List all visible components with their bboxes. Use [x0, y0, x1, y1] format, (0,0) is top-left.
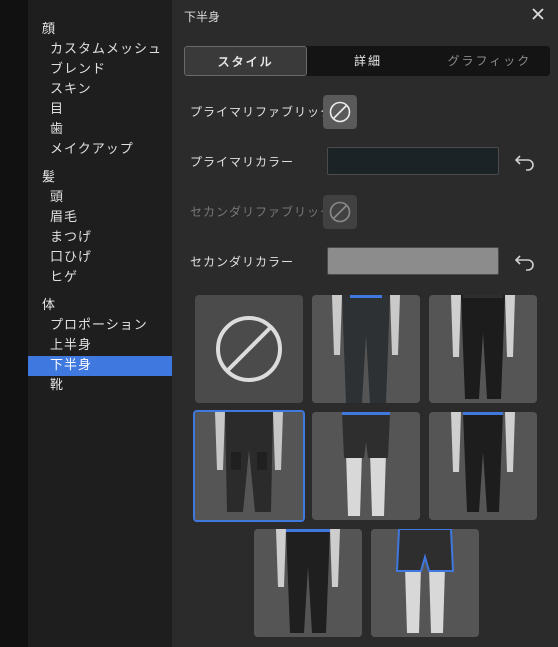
leggings-image — [429, 295, 537, 403]
group-title-hair: 髪 — [42, 170, 56, 185]
style-thumb-leggings[interactable] — [429, 295, 537, 403]
sidebar-item-upper-body[interactable]: 上半身 — [28, 336, 172, 356]
sidebar-item-lower-body[interactable]: 下半身 — [28, 356, 172, 376]
lower-body-panel: 下半身 スタイル 詳細 グラフィック プライマリファブリック プライマリカラー … — [172, 0, 558, 647]
secondary-color-label: セカンダリカラー — [190, 255, 295, 269]
tab-style[interactable]: スタイル — [184, 46, 308, 76]
style-thumb-compression-tights[interactable] — [429, 412, 537, 520]
sidebar-item-beard[interactable]: ヒゲ — [28, 268, 172, 288]
no-fabric-icon — [329, 201, 351, 223]
boxer-shorts-image — [312, 412, 420, 520]
tab-bar: スタイル 詳細 グラフィック — [184, 46, 550, 76]
sidebar-item-head[interactable]: 頭 — [28, 188, 172, 208]
sidebar-item-eyebrows[interactable]: 眉毛 — [28, 208, 172, 228]
style-thumb-none[interactable] — [195, 295, 303, 403]
panel-title: 下半身 — [184, 10, 221, 24]
slim-pants-image — [254, 529, 362, 637]
reset-secondary-color-icon[interactable] — [514, 253, 536, 271]
left-edge-strip — [0, 0, 28, 647]
group-body: 体 プロポーション 上半身 下半身 靴 — [28, 296, 172, 396]
sidebar-item-shoes[interactable]: 靴 — [28, 376, 172, 396]
category-sidebar: 顔 カスタムメッシュ ブレンド スキン 目 歯 メイクアップ 髪 頭 眉毛 まつ… — [28, 0, 172, 647]
group-hair: 髪 頭 眉毛 まつげ 口ひげ ヒゲ — [28, 168, 172, 288]
panel-header: 下半身 — [172, 0, 558, 30]
style-thumb-slim-pants[interactable] — [254, 529, 362, 637]
style-thumb-athletic-shorts[interactable] — [371, 529, 479, 637]
primary-fabric-label: プライマリファブリック — [190, 105, 328, 119]
primary-color-label: プライマリカラー — [190, 155, 295, 169]
fitted-pants-image — [312, 295, 420, 403]
group-title-body: 体 — [42, 298, 56, 313]
style-thumb-boxer-shorts[interactable] — [312, 412, 420, 520]
sidebar-item-teeth[interactable]: 歯 — [28, 120, 172, 140]
no-fabric-icon — [329, 101, 351, 123]
compression-tights-image — [429, 412, 537, 520]
group-face: 顔 カスタムメッシュ ブレンド スキン 目 歯 メイクアップ — [28, 20, 172, 160]
sidebar-item-mustache[interactable]: 口ひげ — [28, 248, 172, 268]
group-title-face: 顔 — [42, 22, 56, 37]
sidebar-item-proportion[interactable]: プロポーション — [28, 316, 172, 336]
cargo-joggers-image — [195, 412, 303, 520]
secondary-fabric-button — [323, 195, 357, 229]
primary-color-swatch[interactable] — [327, 147, 499, 175]
close-icon[interactable] — [530, 6, 546, 22]
sidebar-item-eyelashes[interactable]: まつげ — [28, 228, 172, 248]
sidebar-item-custom-mesh[interactable]: カスタムメッシュ — [28, 40, 172, 60]
secondary-color-swatch[interactable] — [327, 247, 499, 275]
athletic-shorts-image — [371, 529, 479, 637]
sidebar-item-blend[interactable]: ブレンド — [28, 60, 172, 80]
sidebar-item-makeup[interactable]: メイクアップ — [28, 140, 172, 160]
primary-fabric-button[interactable] — [323, 95, 357, 129]
secondary-fabric-label: セカンダリファブリック — [190, 205, 328, 219]
tab-details[interactable]: 詳細 — [307, 46, 428, 76]
tab-graphic[interactable]: グラフィック — [429, 46, 550, 76]
sidebar-item-eyes[interactable]: 目 — [28, 100, 172, 120]
no-item-icon — [216, 316, 282, 382]
sidebar-item-skin[interactable]: スキン — [28, 80, 172, 100]
style-thumb-fitted-pants[interactable] — [312, 295, 420, 403]
style-thumb-cargo-joggers[interactable] — [193, 410, 305, 522]
reset-primary-color-icon[interactable] — [514, 153, 536, 171]
